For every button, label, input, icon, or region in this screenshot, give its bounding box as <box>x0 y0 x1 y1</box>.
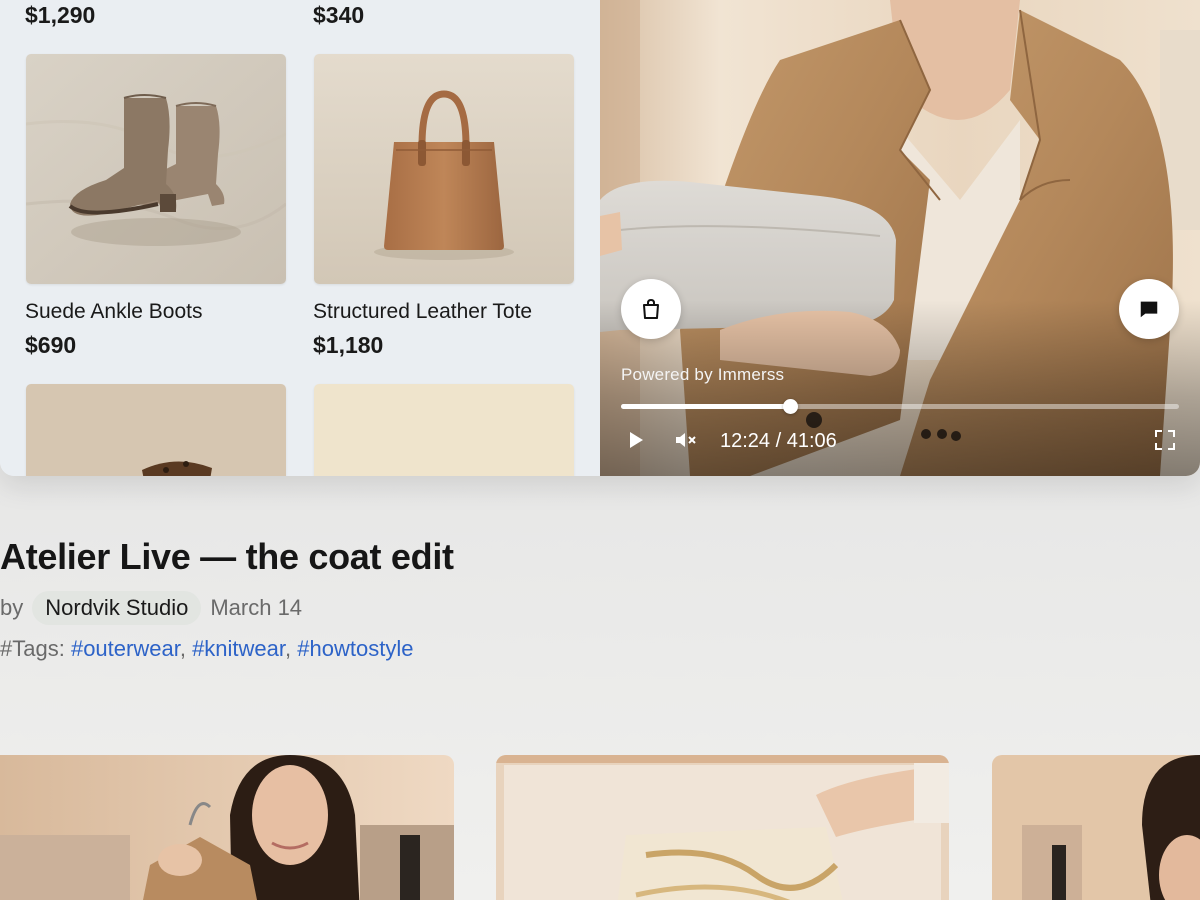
related-video-thumbnail <box>992 755 1200 900</box>
mute-button[interactable] <box>673 428 699 452</box>
related-video-card[interactable] <box>0 755 454 900</box>
tags-label: #Tags: <box>0 636 65 661</box>
product-list: $1,290 $340 Suede Ankle Boots $690 Struc… <box>0 0 600 476</box>
play-button[interactable] <box>624 428 648 452</box>
byline: by Nordvik Studio March 14 <box>0 591 302 625</box>
chat-button[interactable] <box>1119 279 1179 339</box>
sunglasses-image <box>26 384 286 476</box>
progress-bar[interactable] <box>621 399 1179 414</box>
boots-image <box>26 54 286 284</box>
chat-bubble-icon <box>1140 301 1158 318</box>
shop-button[interactable] <box>621 279 681 339</box>
tote-image <box>314 54 574 284</box>
page-title: Atelier Live — the coat edit <box>0 536 454 577</box>
product-name[interactable]: Structured Leather Tote <box>313 300 532 324</box>
product-image-boots[interactable] <box>26 54 286 284</box>
publish-date: March 14 <box>210 595 303 620</box>
related-video-card[interactable] <box>992 755 1200 900</box>
related-video-card[interactable] <box>496 755 949 900</box>
product-price: $1,180 <box>313 332 384 358</box>
scarf-image <box>314 384 574 476</box>
powered-by-label: Powered by Immerss <box>621 365 785 384</box>
tag-link[interactable]: #howtostyle <box>297 636 413 661</box>
related-video-thumbnail <box>0 755 454 900</box>
play-icon <box>630 432 643 448</box>
tag-separator: , <box>179 636 186 661</box>
fullscreen-icon <box>1155 430 1175 450</box>
shopping-bag-icon <box>643 298 659 319</box>
fullscreen-button[interactable] <box>1153 428 1177 452</box>
product-name[interactable]: Suede Ankle Boots <box>25 300 202 324</box>
author-chip[interactable]: Nordvik Studio <box>32 591 202 625</box>
product-price: $340 <box>313 2 365 28</box>
tags-row: #Tags: #outerwear, #knitwear, #howtostyl… <box>0 636 413 662</box>
mute-icon <box>676 433 696 447</box>
product-price: $1,290 <box>25 2 96 28</box>
by-label: by <box>0 595 24 620</box>
video-player[interactable]: Powered by Immerss 12:24 / 41:06 <box>600 0 1200 476</box>
progress-fill <box>621 404 790 409</box>
top-panel: $1,290 $340 Suede Ankle Boots $690 Struc… <box>0 0 1200 476</box>
related-video-thumbnail <box>496 755 949 900</box>
time-display: 12:24 / 41:06 <box>720 430 837 452</box>
product-image-scarf[interactable] <box>314 384 574 476</box>
product-image-tote[interactable] <box>314 54 574 284</box>
tag-link[interactable]: #outerwear <box>71 636 180 661</box>
tag-separator: , <box>285 636 292 661</box>
progress-handle[interactable] <box>782 399 798 414</box>
product-image-sunglasses[interactable] <box>26 384 286 476</box>
tag-link[interactable]: #knitwear <box>192 636 285 661</box>
product-price: $690 <box>25 332 77 358</box>
